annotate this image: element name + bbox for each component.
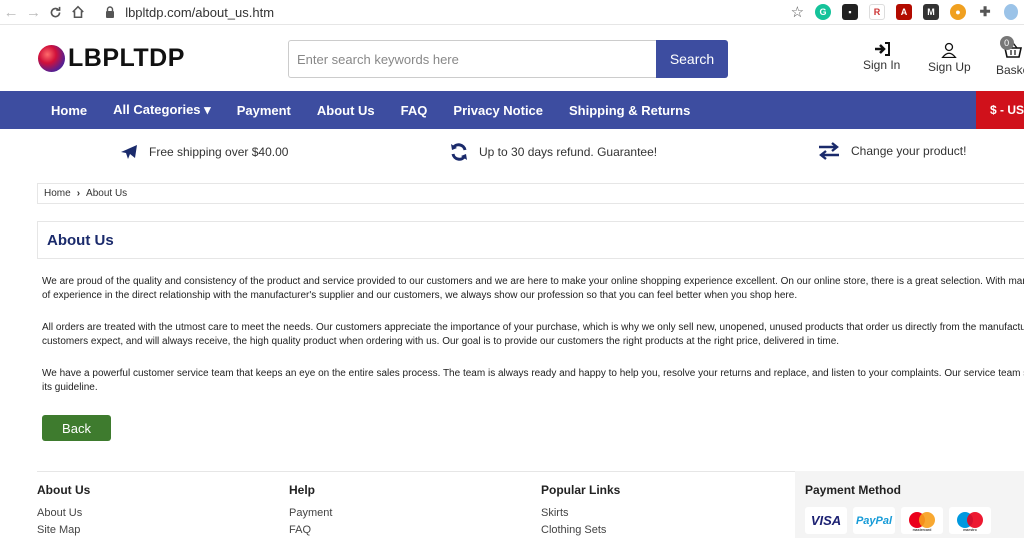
footer-divider (37, 471, 797, 472)
back-button[interactable]: Back (42, 415, 111, 441)
footer-heading: Popular Links (541, 483, 621, 497)
footer-heading: About Us (37, 483, 91, 497)
breadcrumb-current: About Us (86, 188, 128, 199)
visa-icon: VISA (805, 507, 847, 534)
logo-text: LBPLTDP (68, 44, 185, 72)
nav-item-all-categories[interactable]: All Categories ▾ (100, 102, 224, 118)
pdf-icon[interactable]: A (896, 4, 913, 20)
basket-link[interactable]: 0 Baske (996, 36, 1024, 77)
search-button[interactable]: Search (656, 40, 728, 78)
footer-col-popular: Popular Links Skirts Clothing Sets (541, 483, 620, 538)
site-logo[interactable]: LBPLTDP (38, 44, 185, 73)
features-strip: Free shipping over $40.00 Up to 30 days … (0, 129, 1024, 179)
page-title-box: About Us (37, 221, 1024, 259)
main-nav: Home All Categories ▾ Payment About Us F… (0, 91, 1024, 129)
nav-item-shipping-returns[interactable]: Shipping & Returns (556, 103, 703, 118)
paypal-icon: PayPal (853, 507, 895, 534)
back-arrow-icon[interactable]: ← (0, 0, 22, 24)
footer-col-help: Help Payment FAQ (289, 483, 332, 538)
footer-heading: Payment Method (805, 483, 902, 497)
footer-link-skirts[interactable]: Skirts (541, 507, 620, 519)
footer-link-payment[interactable]: Payment (289, 507, 332, 519)
profile-icon[interactable] (1004, 4, 1019, 20)
user-icon (941, 42, 958, 58)
svg-text:maestro: maestro (963, 528, 977, 532)
footer-link-clothing-sets[interactable]: Clothing Sets (541, 524, 620, 536)
maestro-icon: maestro (949, 507, 991, 534)
sign-in-link[interactable]: Sign In (863, 42, 900, 72)
plane-icon (121, 145, 137, 159)
sign-in-icon (874, 42, 890, 56)
mastercard-icon: mastercard (901, 507, 943, 534)
search-bar: Search (288, 40, 728, 78)
url-text: lbpltdp.com/about_us.htm (125, 4, 275, 20)
currency-selector[interactable]: $ - US (976, 91, 1024, 129)
nav-item-faq[interactable]: FAQ (388, 103, 441, 118)
browser-toolbar: ← → lbpltdp.com/about_us.htm ☆ G ▪ R A M… (0, 0, 1024, 25)
chevron-right-icon: › (76, 188, 81, 199)
feature-refund: Up to 30 days refund. Guarantee! (449, 142, 657, 162)
feature-free-shipping: Free shipping over $40.00 (119, 142, 288, 162)
exchange-icon (819, 142, 839, 160)
logo-ball-icon (38, 45, 65, 72)
extension-icon[interactable]: ● (950, 4, 967, 20)
puzzle-icon[interactable]: ✚ (977, 4, 994, 20)
mail-icon[interactable]: M (923, 4, 940, 20)
about-paragraph: We have a powerful customer service team… (42, 368, 1024, 393)
feature-change-product: Change your product! (817, 142, 966, 160)
lock-icon (106, 6, 115, 18)
nav-item-payment[interactable]: Payment (224, 103, 304, 118)
basket-count-badge: 0 (999, 36, 1014, 50)
nav-item-privacy-notice[interactable]: Privacy Notice (440, 103, 556, 118)
footer-heading: Help (289, 483, 316, 497)
footer-link-site-map[interactable]: Site Map (37, 524, 90, 536)
address-bar[interactable]: lbpltdp.com/about_us.htm (103, 1, 790, 23)
nav-item-about-us[interactable]: About Us (304, 103, 388, 118)
reload-icon[interactable] (45, 0, 67, 24)
forward-arrow-icon[interactable]: → (22, 0, 44, 24)
extension-icon[interactable]: R (869, 4, 886, 20)
nav-item-home[interactable]: Home (0, 103, 100, 118)
about-paragraph: We are proud of the quality and consiste… (42, 276, 1024, 301)
home-icon[interactable] (67, 0, 89, 24)
grammarly-icon[interactable]: G (815, 4, 832, 20)
extension-icon[interactable]: ▪ (842, 4, 859, 20)
star-icon[interactable]: ☆ (791, 3, 804, 21)
sign-up-link[interactable]: Sign Up (928, 42, 971, 74)
footer-col-about: About Us About Us Site Map (37, 483, 90, 538)
search-input[interactable] (288, 40, 656, 78)
about-paragraph: All orders are treated with the utmost c… (42, 322, 1024, 347)
breadcrumb: Home › About Us (37, 183, 1024, 204)
site-header: LBPLTDP Search Sign In Sign Up 0 Baske (0, 26, 1024, 91)
payment-methods: Payment Method VISA PayPal mastercard ma… (795, 471, 1024, 538)
refresh-icon (451, 143, 467, 161)
page-title: About Us (47, 231, 114, 249)
footer-link-about-us[interactable]: About Us (37, 507, 90, 519)
breadcrumb-home[interactable]: Home (44, 188, 71, 199)
footer-link-faq[interactable]: FAQ (289, 524, 332, 536)
svg-text:mastercard: mastercard (913, 528, 932, 532)
